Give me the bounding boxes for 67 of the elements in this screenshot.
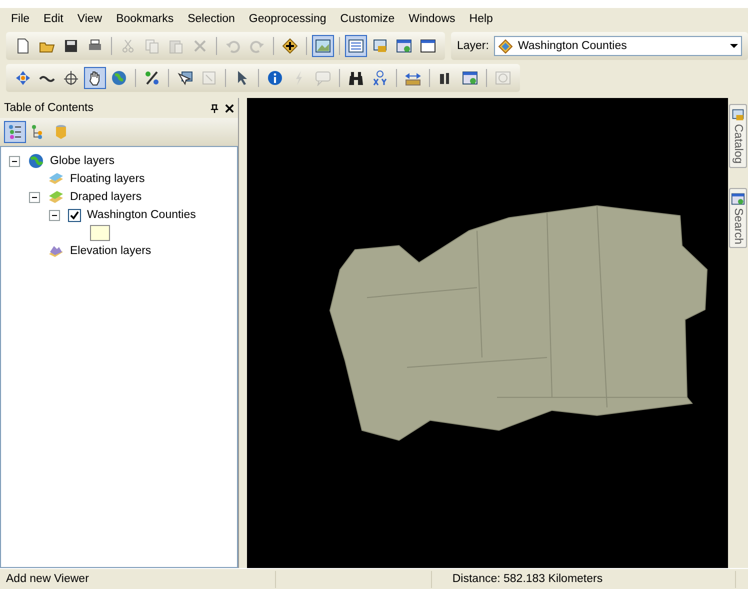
toolbar-button[interactable] [345, 35, 367, 57]
scissors-icon [120, 38, 136, 54]
layer-label[interactable]: Draped layers [68, 191, 144, 203]
plus-diamond-icon [282, 38, 298, 54]
window-icon [731, 108, 745, 122]
menu-item[interactable]: Help [462, 13, 500, 25]
clock-icon [495, 70, 511, 86]
menu-item[interactable]: Geoprocessing [242, 13, 334, 25]
landscape-frame-icon [315, 38, 331, 54]
list-window-icon [348, 38, 364, 54]
status-message: Add new Viewer [0, 570, 276, 588]
clipboard-icon [168, 38, 184, 54]
layer-label[interactable]: Washington Counties [85, 209, 198, 221]
copy-icon [144, 38, 160, 54]
window-folder-icon [372, 38, 388, 54]
pin-icon[interactable] [210, 104, 219, 112]
diamond-icon [498, 38, 513, 54]
window-icon [420, 38, 436, 54]
redo-icon [249, 38, 265, 54]
globe-icon [28, 153, 44, 169]
x-icon [192, 38, 208, 54]
menu-item[interactable]: Customize [333, 13, 402, 25]
layers-icon [48, 243, 64, 259]
layer-list-icon [7, 124, 23, 140]
layer-label: Layer: [457, 40, 489, 52]
undo-icon [225, 38, 241, 54]
distance-readout: Distance: 582.183 Kilometers [432, 570, 736, 588]
layer-label[interactable]: Floating layers [68, 173, 147, 185]
side-tab[interactable]: Search [729, 188, 747, 248]
menu-item[interactable]: View [70, 13, 110, 25]
layer-label[interactable]: Globe layers [48, 155, 117, 167]
close-icon[interactable] [225, 104, 234, 112]
layers-icon [48, 189, 64, 205]
layers-icon [48, 171, 64, 187]
layer-dropdown[interactable]: Washington Counties [494, 36, 742, 56]
collapse-toggle[interactable] [29, 192, 40, 202]
percent-icon [144, 70, 160, 86]
dropdown-arrow-icon [730, 42, 738, 50]
globe-view[interactable] [247, 98, 728, 568]
info-icon [267, 70, 283, 86]
cylinder-icon [53, 124, 69, 140]
symbol-swatch[interactable] [90, 225, 110, 241]
layer-label[interactable]: Elevation layers [68, 245, 154, 257]
collapse-toggle[interactable] [49, 210, 60, 220]
menu-item[interactable]: Bookmarks [109, 13, 181, 25]
toolbar-button[interactable] [84, 67, 106, 89]
menu-item[interactable]: Windows [402, 13, 462, 25]
xy-icon [372, 70, 388, 86]
document-icon [15, 38, 31, 54]
four-arrows-icon [15, 70, 31, 86]
menu-item[interactable]: File [4, 13, 37, 25]
menu-item[interactable]: Edit [36, 13, 70, 25]
view-tab[interactable] [4, 121, 26, 143]
layer-checkbox[interactable] [68, 208, 81, 222]
binoculars-icon [348, 70, 364, 86]
ruler-icon [405, 70, 421, 86]
side-tab[interactable]: Catalog [729, 104, 747, 168]
collapse-toggle[interactable] [9, 156, 20, 166]
panel-title: Table of Contents [4, 102, 95, 114]
window-icon [462, 70, 478, 86]
square-icon [201, 70, 217, 86]
window-icon [731, 192, 745, 206]
window-icon [396, 38, 412, 54]
globe-icon [111, 70, 127, 86]
crosshair-icon [63, 70, 79, 86]
menu-item[interactable]: Selection [180, 13, 242, 25]
speech-bubble-icon [315, 70, 331, 86]
